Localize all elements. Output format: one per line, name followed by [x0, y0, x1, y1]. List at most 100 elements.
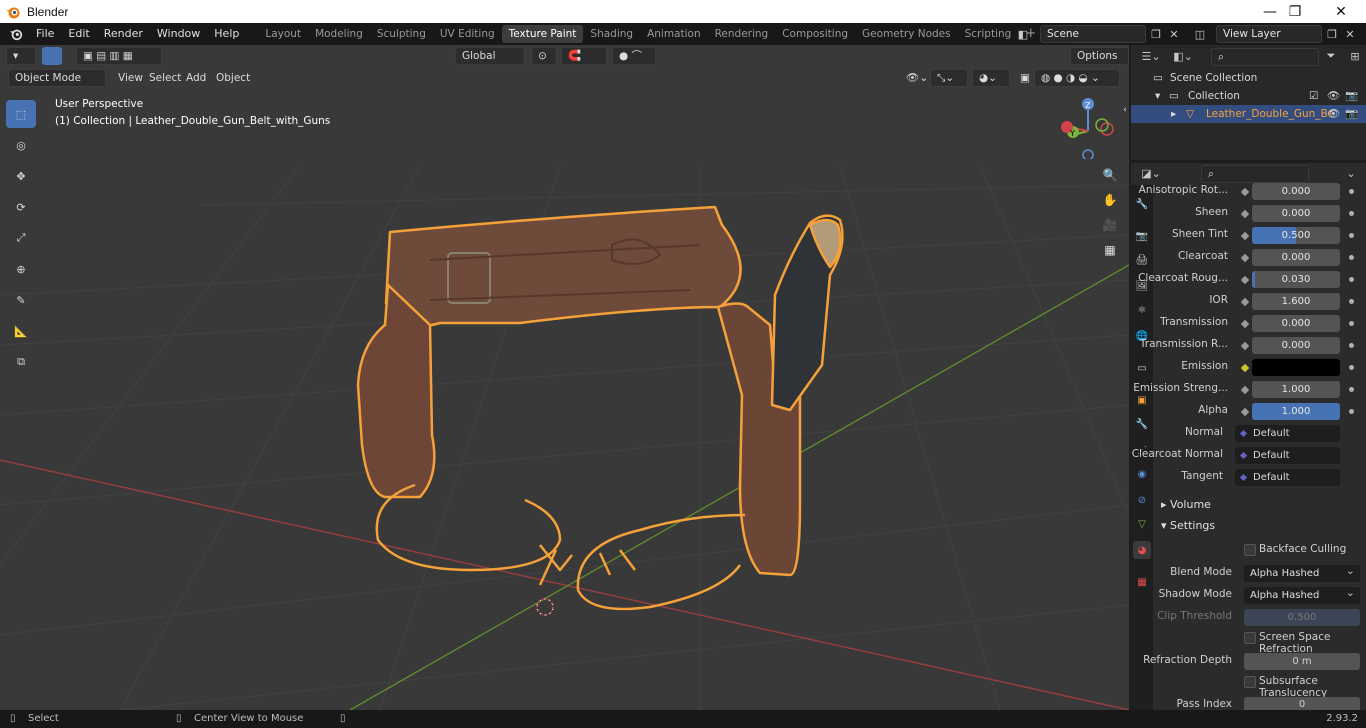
maximize-button[interactable]: ❐: [1272, 0, 1318, 23]
keyframe-dot-icon[interactable]: [1349, 255, 1354, 260]
keyframe-dot-icon[interactable]: [1349, 233, 1354, 238]
ortho-toggle-icon[interactable]: ▦: [1100, 240, 1120, 260]
object-render-icon[interactable]: 📷: [1345, 105, 1358, 123]
prop-value-transmission[interactable]: 0.000: [1252, 315, 1340, 332]
collection-visibility-icon[interactable]: 👁: [1327, 87, 1340, 105]
socket-icon[interactable]: [1240, 231, 1250, 241]
volume-panel-header[interactable]: ▸ Volume: [1153, 495, 1366, 515]
move-tool-icon[interactable]: ✥: [6, 162, 36, 190]
pass-index-field[interactable]: 0: [1244, 697, 1360, 710]
keyframe-dot-icon[interactable]: [1349, 321, 1354, 326]
keyframe-dot-icon[interactable]: [1349, 387, 1354, 392]
data-tab-icon[interactable]: ▽: [1133, 515, 1151, 533]
tool-tab-icon[interactable]: 🔧: [1133, 195, 1151, 213]
blend-mode-dropdown[interactable]: Alpha Hashed: [1244, 562, 1360, 582]
socket-icon[interactable]: [1240, 319, 1250, 329]
keyframe-dot-icon[interactable]: [1349, 409, 1354, 414]
prop-value-emission-streng[interactable]: 1.000: [1252, 381, 1340, 398]
tab-uv-editing[interactable]: UV Editing: [433, 25, 502, 43]
transform-orientation-dropdown[interactable]: Global: [455, 47, 525, 65]
tab-compositing[interactable]: Compositing: [775, 25, 855, 43]
socket-icon[interactable]: [1240, 407, 1250, 417]
texture-tab-icon[interactable]: ▦: [1133, 573, 1151, 591]
socket-icon[interactable]: [1240, 297, 1250, 307]
prop-value-sheen[interactable]: 0.000: [1252, 205, 1340, 222]
socket-icon[interactable]: [1240, 363, 1250, 373]
proportional-editing-icon[interactable]: ● ⌒: [612, 47, 656, 65]
outliner-row-object[interactable]: ▸ ▽ Leather_Double_Gun_Be 👁 📷: [1131, 105, 1366, 123]
prop-value-ior[interactable]: 1.600: [1252, 293, 1340, 310]
keyframe-dot-icon[interactable]: [1349, 299, 1354, 304]
display-mode-icon[interactable]: ◧⌄: [1173, 47, 1193, 65]
tab-texture-paint[interactable]: Texture Paint: [501, 25, 584, 43]
options-dropdown[interactable]: Options ⌄: [1070, 47, 1129, 78]
object-visibility-icon[interactable]: 👁: [1327, 105, 1340, 123]
new-view-layer-icon[interactable]: ❐: [1322, 25, 1342, 43]
outliner-search[interactable]: ⌕: [1211, 48, 1319, 66]
delete-view-layer-icon[interactable]: ✕: [1340, 25, 1360, 43]
physics-tab-icon[interactable]: ◉: [1133, 465, 1151, 483]
select-tool-icon[interactable]: ⬚: [6, 100, 36, 128]
keyframe-dot-icon[interactable]: [1349, 365, 1354, 370]
close-button[interactable]: ✕: [1318, 0, 1364, 23]
view-layer-field[interactable]: View Layer: [1216, 25, 1322, 43]
menu-object[interactable]: Object: [210, 69, 256, 87]
tab-shading[interactable]: Shading: [583, 25, 640, 43]
sss-checkbox[interactable]: [1244, 676, 1256, 688]
collection-checkbox[interactable]: ☑: [1309, 87, 1318, 105]
socket-icon[interactable]: [1240, 209, 1250, 219]
shadow-mode-dropdown[interactable]: Alpha Hashed: [1244, 584, 1360, 604]
tab-layout[interactable]: Layout: [258, 25, 308, 43]
new-scene-icon[interactable]: ❐: [1146, 25, 1166, 43]
socket-icon[interactable]: [1240, 385, 1250, 395]
prop-value-transmission-r[interactable]: 0.000: [1252, 337, 1340, 354]
socket-icon[interactable]: [1240, 275, 1250, 285]
sidebar-toggle-icon[interactable]: ‹: [1115, 100, 1129, 120]
settings-panel-header[interactable]: ▾ Settings: [1153, 516, 1366, 536]
cursor-tool-icon[interactable]: ◎: [6, 131, 36, 159]
camera-view-icon[interactable]: 🎥: [1100, 215, 1120, 235]
collection-render-icon[interactable]: 📷: [1345, 87, 1358, 105]
xray-icon[interactable]: ▣: [1014, 69, 1036, 87]
transform-tool-icon[interactable]: ⊕: [6, 255, 36, 283]
menu-help[interactable]: Help: [207, 23, 246, 45]
tab-rendering[interactable]: Rendering: [708, 25, 776, 43]
keyframe-dot-icon[interactable]: [1349, 343, 1354, 348]
menu-file[interactable]: File: [29, 23, 61, 45]
properties-editor-icon[interactable]: ◪⌄: [1141, 164, 1161, 182]
keyframe-dot-icon[interactable]: [1349, 189, 1354, 194]
modifier-tab-icon[interactable]: 🔧: [1133, 415, 1151, 433]
shading-mode-group[interactable]: ◍ ● ◑ ◒ ⌄: [1034, 69, 1120, 87]
prop-value-alpha[interactable]: 1.000: [1252, 403, 1340, 420]
scene-icon[interactable]: ◧: [1013, 25, 1033, 43]
measure-tool-icon[interactable]: 📐: [6, 317, 36, 345]
normal-socket[interactable]: Default: [1235, 425, 1340, 442]
blender-menu-icon[interactable]: [9, 27, 23, 41]
prop-value-emission[interactable]: [1252, 359, 1340, 376]
tab-animation[interactable]: Animation: [640, 25, 708, 43]
scene-field[interactable]: Scene: [1040, 25, 1146, 43]
snap-icon[interactable]: 🧲: [561, 47, 607, 65]
tab-modeling[interactable]: Modeling: [308, 25, 370, 43]
gizmo-toggle-icon[interactable]: ⤡⌄: [930, 69, 968, 87]
prop-value-clearcoat[interactable]: 0.000: [1252, 249, 1340, 266]
overlay-toggle-icon[interactable]: ◕⌄: [972, 69, 1010, 87]
tab-sculpting[interactable]: Sculpting: [370, 25, 433, 43]
scale-tool-icon[interactable]: ⤢: [6, 224, 36, 252]
collection-tab-icon[interactable]: ▭: [1133, 359, 1151, 377]
render-tab-icon[interactable]: 📷: [1133, 227, 1151, 245]
constraints-tab-icon[interactable]: ⊘: [1133, 491, 1151, 509]
socket-icon[interactable]: [1240, 253, 1250, 263]
socket-icon[interactable]: [1240, 187, 1250, 197]
new-collection-icon[interactable]: ⊞: [1345, 47, 1365, 65]
output-tab-icon[interactable]: 🖨: [1133, 251, 1151, 269]
properties-options-icon[interactable]: ⌄: [1341, 164, 1361, 182]
tab-scripting[interactable]: Scripting: [958, 25, 1019, 43]
ssr-checkbox[interactable]: [1244, 632, 1256, 644]
expand-arrow-icon[interactable]: ▾: [1155, 87, 1160, 105]
rotate-tool-icon[interactable]: ⟳: [6, 193, 36, 221]
outliner-editor-icon[interactable]: ☰⌄: [1141, 47, 1161, 65]
filter-icon[interactable]: ⏷: [1321, 47, 1341, 65]
menu-window[interactable]: Window: [150, 23, 207, 45]
navigation-gizmo[interactable]: Z Y: [1055, 93, 1121, 159]
